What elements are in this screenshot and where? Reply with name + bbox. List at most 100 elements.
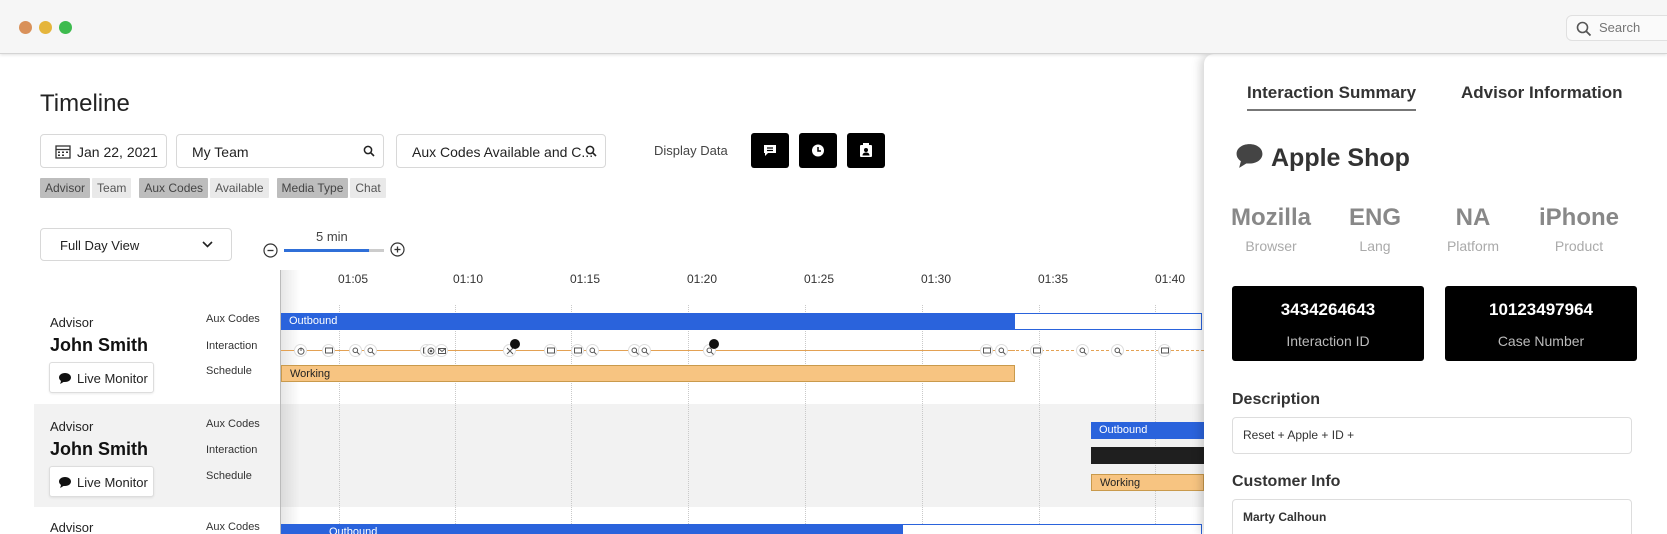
tick-label: 01:20 <box>687 272 718 286</box>
aux-codes-selector[interactable]: Aux Codes Available and C... <box>396 134 606 168</box>
zoom-in-icon[interactable] <box>390 242 405 257</box>
row-label-interaction: Interaction <box>206 444 258 456</box>
interaction-search-icon[interactable] <box>638 344 651 357</box>
timeline-left-shadow <box>280 270 300 534</box>
tag-available[interactable]: Available <box>210 178 269 198</box>
interaction-search-icon[interactable] <box>586 344 599 357</box>
display-data-label: Display Data <box>654 143 728 158</box>
description-title: Description <box>1232 391 1321 408</box>
gridline <box>922 305 923 534</box>
interaction-search-icon[interactable] <box>1076 344 1089 357</box>
interaction-message-icon[interactable] <box>1158 344 1171 357</box>
chat-bubble-icon <box>59 477 71 488</box>
chat-bubble-icon <box>59 373 71 384</box>
row-label-aux: Aux Codes <box>206 521 260 533</box>
live-monitor-label: Live Monitor <box>77 475 148 490</box>
timeline-axis: 01:05 01:10 01:15 01:20 01:25 01:30 01:3… <box>0 272 1210 292</box>
tick-label: 01:30 <box>921 272 952 286</box>
badge-icon <box>860 143 872 157</box>
advisor-role: Advisor <box>50 419 94 434</box>
tag-team[interactable]: Team <box>92 178 132 198</box>
stat-platform: NA Platform <box>1428 204 1518 254</box>
search-input[interactable] <box>1599 20 1667 35</box>
clock-icon <box>812 144 824 157</box>
tag-chat[interactable]: Chat <box>350 178 386 198</box>
zoom-label: 5 min <box>316 229 348 244</box>
gridline <box>1155 305 1156 534</box>
time-data-button[interactable] <box>799 133 837 168</box>
advisor-role: Advisor <box>50 315 94 330</box>
row-label-schedule: Schedule <box>206 470 252 482</box>
chat-data-button[interactable] <box>751 133 789 168</box>
interaction-search-icon[interactable] <box>995 344 1008 357</box>
interaction-id-label: Interaction ID <box>1286 333 1370 349</box>
tab-advisor-information[interactable]: Advisor Information <box>1461 83 1623 103</box>
chat-bubble-icon <box>1236 144 1263 168</box>
stat-value: Mozilla <box>1230 204 1311 231</box>
interaction-message-icon[interactable] <box>544 344 557 357</box>
team-selector[interactable]: My Team <box>176 134 384 168</box>
shop-title: Apple Shop <box>1234 142 1410 173</box>
stat-label: Lang <box>1359 238 1391 254</box>
close-window-button[interactable] <box>19 21 32 34</box>
interaction-count-badge <box>709 339 719 349</box>
case-number-value: 10123497964 <box>1488 300 1593 319</box>
timeline-left-edge <box>280 270 281 534</box>
aux-bar-outbound[interactable]: Outbound <box>281 524 903 534</box>
advisor-data-button[interactable] <box>847 133 885 168</box>
stat-product: iPhone Product <box>1534 204 1624 254</box>
interaction-search-icon[interactable] <box>1111 344 1124 357</box>
tick-label: 01:15 <box>570 272 601 286</box>
interaction-message-icon[interactable] <box>571 344 584 357</box>
date-picker[interactable]: Jan 22, 2021 <box>40 134 167 168</box>
description-field[interactable]: Reset + Apple + ID + <box>1232 417 1632 454</box>
interaction-message-icon[interactable] <box>980 344 993 357</box>
interaction-bar[interactable] <box>1091 447 1204 464</box>
interaction-search-icon[interactable] <box>364 344 377 357</box>
tick-label: 01:05 <box>338 272 369 286</box>
minimize-window-button[interactable] <box>39 21 52 34</box>
stat-value: iPhone <box>1538 204 1619 231</box>
zoom-slider[interactable] <box>284 249 384 252</box>
advisor-name: John Smith <box>50 439 148 459</box>
tag-advisor[interactable]: Advisor <box>40 178 91 198</box>
view-value: Full Day View <box>60 238 140 253</box>
chat-icon <box>764 145 776 156</box>
stat-lang: ENG Lang <box>1330 204 1420 254</box>
tag-aux-codes[interactable]: Aux Codes <box>139 178 209 198</box>
zoom-out-icon[interactable] <box>263 243 278 258</box>
gridline <box>688 305 689 534</box>
interaction-power-icon[interactable] <box>294 344 307 357</box>
schedule-bar-working[interactable]: Working <box>281 365 1015 382</box>
tab-interaction-summary[interactable]: Interaction Summary <box>1247 83 1417 111</box>
schedule-bar-working[interactable]: Working <box>1091 474 1204 491</box>
view-dropdown[interactable]: Full Day View <box>40 228 232 261</box>
maximize-window-button[interactable] <box>59 21 72 34</box>
tick-label: 01:40 <box>1155 272 1186 286</box>
aux-bar-outbound[interactable]: Outbound <box>281 313 1015 330</box>
search-icon <box>585 145 597 157</box>
interaction-message-icon[interactable] <box>1030 344 1043 357</box>
case-number-label: Case Number <box>1497 333 1585 349</box>
interaction-id-value: 3434264643 <box>1280 300 1376 319</box>
interaction-search-icon[interactable] <box>349 344 362 357</box>
search-box[interactable] <box>1566 15 1667 41</box>
row-label-aux: Aux Codes <box>206 418 260 430</box>
live-monitor-button[interactable]: Live Monitor <box>49 362 154 393</box>
interaction-mail-icon[interactable] <box>435 344 448 357</box>
chevron-down-icon <box>202 241 213 248</box>
tag-media-type[interactable]: Media Type <box>276 178 349 198</box>
gridline <box>455 305 456 534</box>
details-panel: Interaction Summary Advisor Information … <box>1204 54 1667 534</box>
row-label-interaction: Interaction <box>206 340 258 352</box>
search-icon <box>1576 21 1592 37</box>
gridline <box>1039 305 1040 534</box>
advisor-role: Advisor <box>50 520 94 534</box>
stat-value: NA <box>1455 204 1491 231</box>
row-label-aux: Aux Codes <box>206 313 260 325</box>
interaction-message-icon[interactable] <box>322 344 335 357</box>
stat-browser: Mozilla Browser <box>1226 204 1316 254</box>
aux-bar-outbound[interactable]: Outbound <box>1091 422 1204 439</box>
aux-codes-value: Aux Codes Available and C... <box>412 144 594 160</box>
live-monitor-button[interactable]: Live Monitor <box>49 466 154 497</box>
